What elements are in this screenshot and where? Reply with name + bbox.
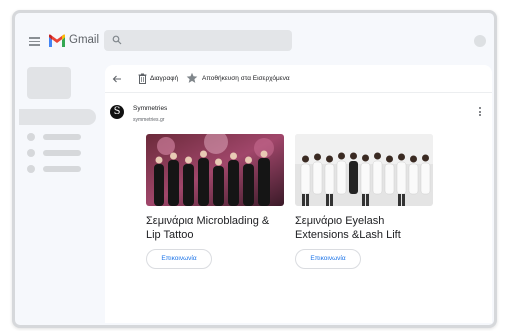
card-title[interactable]: Σεμινάρια Microblading & Lip Tattoo [146, 214, 286, 242]
seminar-photo-graduates [146, 134, 284, 206]
back-arrow-icon[interactable] [112, 74, 122, 84]
delete-button-label[interactable]: Διαγραφή [150, 75, 178, 82]
sidebar [15, 57, 102, 325]
sender-name: Symmetries [133, 105, 168, 112]
search-input[interactable] [104, 30, 292, 51]
star-icon[interactable] [186, 72, 198, 84]
contact-button[interactable]: Επικοινωνία [146, 249, 212, 269]
promo-card: Σεμινάρια Microblading & Lip Tattoo Επικ… [146, 134, 286, 269]
message-toolbar: Διαγραφή Αποθήκευση στα Εισερχόμενα [105, 65, 492, 93]
search-icon [112, 35, 122, 45]
hamburger-menu-icon[interactable] [29, 37, 40, 46]
compose-button-placeholder[interactable] [27, 67, 71, 99]
move-to-inbox-label[interactable]: Αποθήκευση στα Εισερχόμενα [202, 75, 290, 82]
contact-button[interactable]: Επικοινωνία [295, 249, 361, 269]
seminar-photo-group [295, 134, 433, 206]
more-vertical-icon[interactable] [479, 107, 482, 117]
account-avatar[interactable] [474, 35, 486, 47]
gmail-window: Gmail Διαγραφή Αποθήκευση στα Εισερχόμεν… [12, 10, 497, 328]
gmail-logo-icon [49, 34, 65, 47]
card-title[interactable]: Σεμινάριο Eyelash Extensions &Lash Lift [295, 214, 435, 242]
message-pane: Διαγραφή Αποθήκευση στα Εισερχόμενα S Sy… [105, 65, 492, 323]
promo-card: Σεμινάριο Eyelash Extensions &Lash Lift … [295, 134, 435, 269]
trash-icon[interactable] [138, 73, 147, 84]
sender-email: symmetries.gr [133, 117, 165, 123]
sidebar-item-active[interactable] [19, 109, 96, 125]
sender-avatar: S [110, 105, 124, 119]
top-bar: Gmail [15, 13, 494, 57]
gmail-brand-label: Gmail [69, 34, 100, 46]
